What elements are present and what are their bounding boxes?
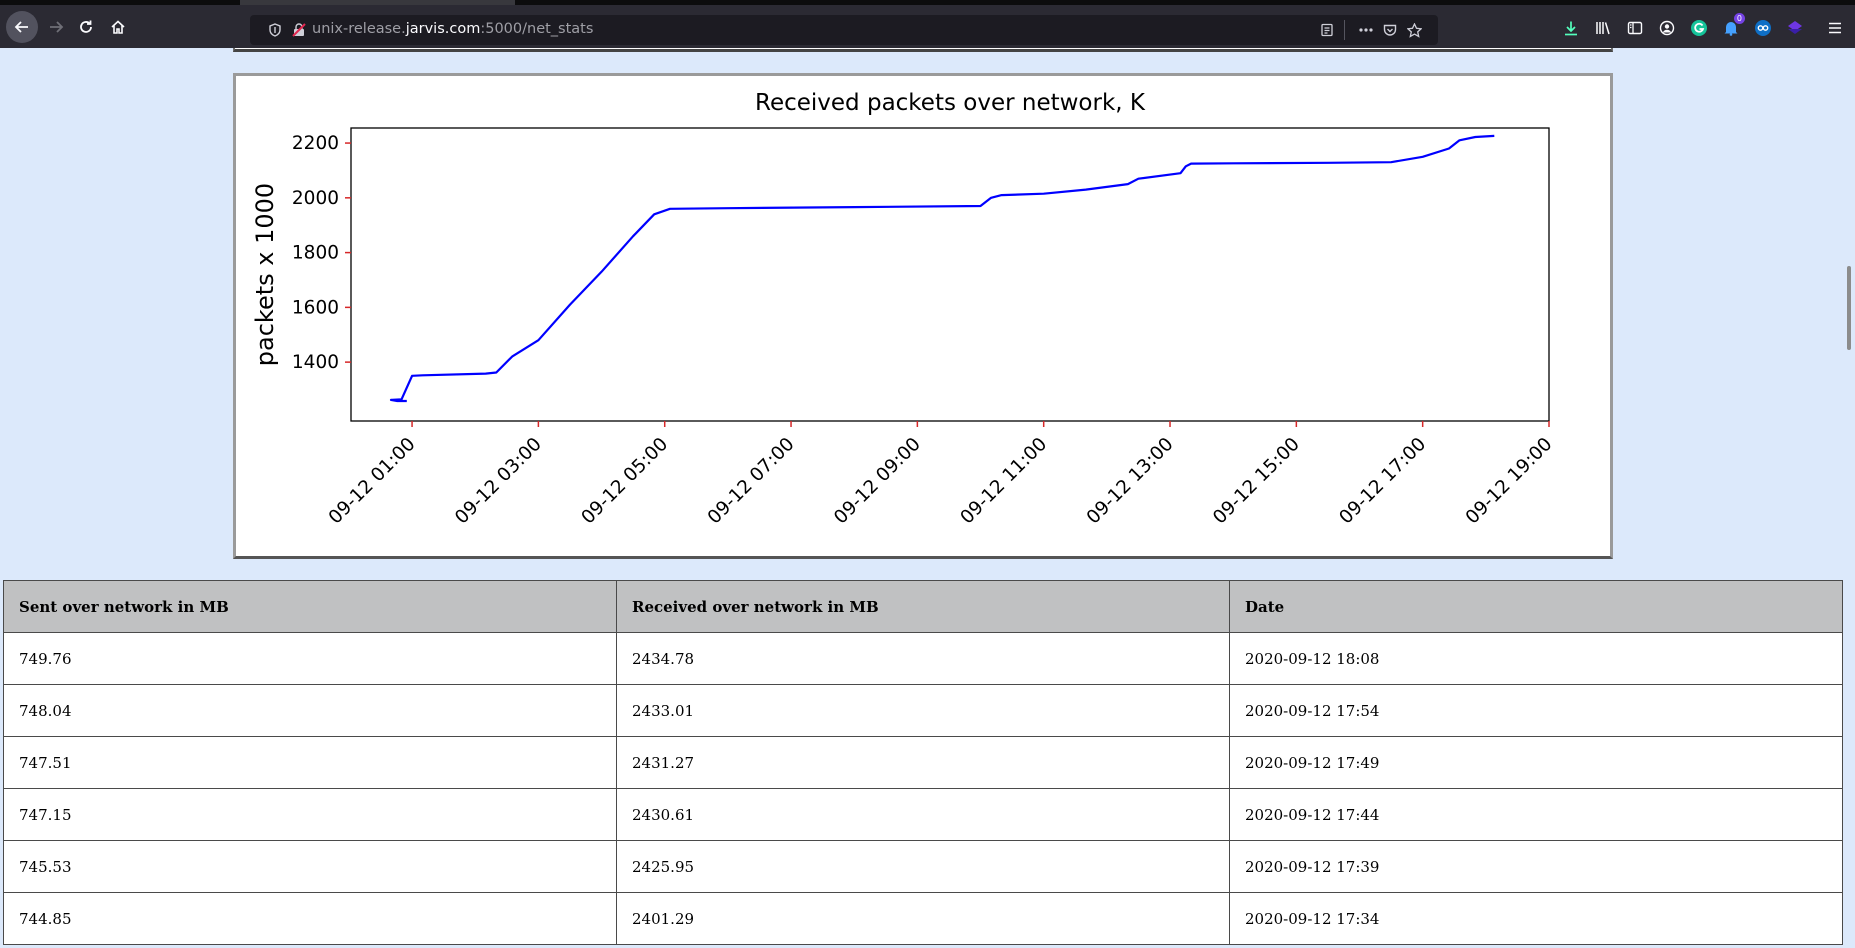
cell-sent: 744.85 — [3, 892, 617, 945]
x-tick-label: 09-12 05:00 — [578, 434, 673, 529]
y-tick-label: 2200 — [292, 133, 339, 154]
x-tick-label: 09-12 07:00 — [704, 434, 799, 529]
x-tick-label: 09-12 19:00 — [1462, 434, 1557, 529]
table-row: 747.51 2431.27 2020-09-12 17:49 — [3, 736, 1843, 789]
cell-received: 2425.95 — [616, 840, 1230, 893]
url-suffix: :5000/net_stats — [480, 21, 594, 37]
cell-date: 2020-09-12 17:54 — [1229, 684, 1843, 737]
header-received: Received over network in MB — [616, 580, 1230, 633]
chart-canvas: Received packets over network, K packets … — [251, 90, 1557, 529]
home-button[interactable] — [102, 11, 134, 43]
cell-date: 2020-09-12 17:39 — [1229, 840, 1843, 893]
received-packets-chart: Received packets over network, K packets … — [233, 73, 1613, 559]
downloads-icon[interactable] — [1560, 17, 1582, 39]
cell-sent: 747.15 — [3, 788, 617, 841]
table-row: 745.53 2425.95 2020-09-12 17:39 — [3, 840, 1843, 893]
sidebar-icon[interactable] — [1624, 17, 1646, 39]
x-tick-label: 09-12 01:00 — [325, 434, 420, 529]
cell-sent: 748.04 — [3, 684, 617, 737]
y-tick-label: 1600 — [292, 297, 339, 318]
plot-area — [350, 127, 1550, 422]
insecure-connection-icon[interactable] — [288, 19, 310, 41]
bookmark-star-icon[interactable] — [1403, 19, 1425, 41]
cell-received: 2401.29 — [616, 892, 1230, 945]
reload-icon — [80, 20, 92, 33]
account-icon[interactable] — [1656, 17, 1678, 39]
home-icon — [111, 20, 125, 34]
y-tick-label: 1400 — [292, 352, 339, 373]
reader-view-icon[interactable] — [1316, 19, 1338, 41]
network-stats-table: Sent over network in MB Received over ne… — [3, 580, 1843, 945]
arrow-right-icon — [50, 21, 64, 33]
arrow-left-icon — [14, 21, 28, 33]
y-tick-label: 2000 — [292, 188, 339, 209]
cell-received: 2430.61 — [616, 788, 1230, 841]
y-axis-label: packets x 1000 — [251, 183, 279, 366]
url-text[interactable]: unix-release.jarvis.com:5000/net_stats — [312, 21, 593, 37]
chart-title: Received packets over network, K — [755, 90, 1146, 116]
pocket-icon[interactable] — [1379, 19, 1401, 41]
header-sent: Sent over network in MB — [3, 580, 617, 633]
url-host: jarvis.com — [405, 21, 481, 37]
grammarly-extension-icon[interactable] — [1688, 17, 1710, 39]
cell-sent: 749.76 — [3, 632, 617, 685]
table-header-row: Sent over network in MB Received over ne… — [3, 580, 1843, 633]
cell-date: 2020-09-12 17:49 — [1229, 736, 1843, 789]
x-tick-label: 09-12 15:00 — [1209, 434, 1304, 529]
x-tick-label: 09-12 17:00 — [1335, 434, 1430, 529]
tracking-protection-icon[interactable] — [264, 19, 286, 41]
cell-date: 2020-09-12 17:34 — [1229, 892, 1843, 945]
table-row: 747.15 2430.61 2020-09-12 17:44 — [3, 788, 1843, 841]
cell-date: 2020-09-12 17:44 — [1229, 788, 1843, 841]
x-tick-label: 09-12 11:00 — [957, 434, 1052, 529]
cell-received: 2434.78 — [616, 632, 1230, 685]
library-icon[interactable] — [1592, 17, 1614, 39]
url-separator — [1344, 20, 1345, 40]
cell-sent: 747.51 — [3, 736, 617, 789]
scrollbar-thumb[interactable] — [1847, 266, 1851, 350]
cell-sent: 745.53 — [3, 840, 617, 893]
menu-icon[interactable] — [1824, 17, 1846, 39]
co-extension-icon[interactable] — [1752, 17, 1774, 39]
page-scrollbar[interactable] — [1843, 48, 1855, 948]
x-tick-label: 09-12 09:00 — [830, 434, 925, 529]
back-button[interactable] — [6, 11, 38, 43]
table-row: 749.76 2434.78 2020-09-12 18:08 — [3, 632, 1843, 685]
forward-button[interactable] — [40, 11, 72, 43]
browser-toolbar: unix-release.jarvis.com:5000/net_stats 0 — [0, 5, 1855, 48]
reload-button[interactable] — [70, 11, 102, 43]
notification-badge: 0 — [1733, 13, 1745, 24]
x-tick-label: 09-12 03:00 — [451, 434, 546, 529]
page-actions-icon[interactable] — [1355, 19, 1377, 41]
table-row: 748.04 2433.01 2020-09-12 17:54 — [3, 684, 1843, 737]
layers-extension-icon[interactable] — [1784, 17, 1806, 39]
url-prefix: unix-release. — [312, 21, 406, 37]
cell-date: 2020-09-12 18:08 — [1229, 632, 1843, 685]
notification-extension-icon[interactable]: 0 — [1720, 13, 1745, 39]
table-row: 744.85 2401.29 2020-09-12 17:34 — [3, 892, 1843, 945]
y-tick-label: 1800 — [292, 243, 339, 264]
previous-chart-bottom-edge — [233, 48, 1613, 52]
address-bar[interactable]: unix-release.jarvis.com:5000/net_stats — [250, 15, 1438, 45]
header-date: Date — [1229, 580, 1843, 633]
cell-received: 2431.27 — [616, 736, 1230, 789]
cell-received: 2433.01 — [616, 684, 1230, 737]
x-tick-label: 09-12 13:00 — [1083, 434, 1178, 529]
